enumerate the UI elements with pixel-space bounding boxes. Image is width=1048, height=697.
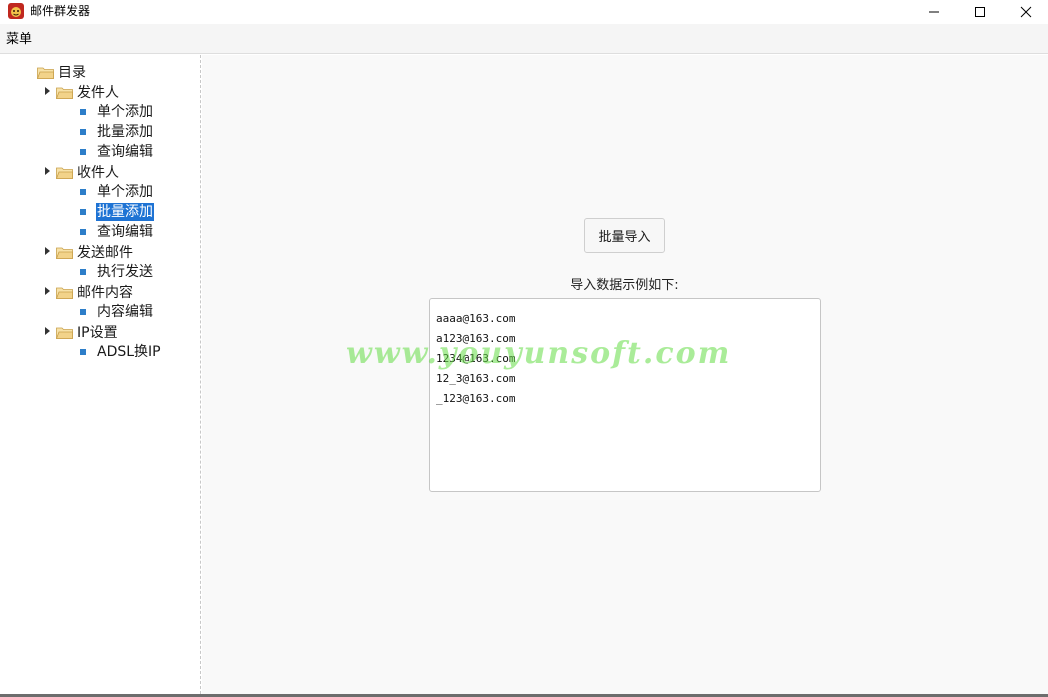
main-panel: 批量导入 导入数据示例如下: aaaa@163.com a123@163.com… (202, 55, 1048, 694)
tree-item-label: ADSL换IP (97, 344, 161, 360)
tree-item-content-edit[interactable]: 内容编辑 (80, 302, 154, 322)
example-line: aaaa@163.com (436, 312, 516, 325)
tree-item-recipient-single-add[interactable]: 单个添加 (80, 182, 154, 202)
navigation-tree: 目录 发件人 单个添加 批量添加 查询编辑 收件人 单个添加 批量添加 查询编辑… (0, 55, 201, 694)
example-data-box[interactable]: aaaa@163.com a123@163.com 1234@163.com 1… (429, 298, 821, 492)
maximize-icon (975, 7, 985, 17)
tree-group-label: 发送邮件 (77, 245, 133, 261)
tree-item-recipient-query-edit[interactable]: 查询编辑 (80, 222, 154, 242)
bullet-icon (80, 309, 86, 315)
bullet-icon (80, 209, 86, 215)
folder-icon (56, 87, 73, 99)
bullet-icon (80, 229, 86, 235)
tree-item-sender-batch-add[interactable]: 批量添加 (80, 122, 154, 142)
example-line: 12_3@163.com (436, 372, 516, 385)
example-line: a123@163.com (436, 332, 516, 345)
tree-item-label: 批量添加 (97, 124, 153, 140)
tree-root-label: 目录 (58, 65, 86, 81)
tree-group-label: IP设置 (77, 325, 118, 341)
menu-button[interactable]: 菜单 (6, 32, 32, 48)
tree-group-label: 收件人 (77, 165, 119, 181)
tree-group-send-mail[interactable]: 发送邮件 (56, 242, 133, 262)
folder-open-icon (37, 67, 54, 79)
app-logo-icon (8, 3, 24, 19)
bullet-icon (80, 149, 86, 155)
tree-group-recipient[interactable]: 收件人 (56, 162, 119, 182)
tree-item-label: 单个添加 (97, 184, 153, 200)
bullet-icon (80, 269, 86, 275)
title-bar: 邮件群发器 (0, 0, 1048, 24)
bullet-icon (80, 129, 86, 135)
close-button[interactable] (1003, 0, 1048, 24)
window-title: 邮件群发器 (30, 4, 91, 18)
folder-icon (56, 327, 73, 339)
tree-item-sender-single-add[interactable]: 单个添加 (80, 102, 154, 122)
folder-icon (56, 167, 73, 179)
tree-item-label: 内容编辑 (97, 304, 153, 320)
expand-arrow-icon[interactable] (45, 327, 50, 335)
batch-import-button[interactable]: 批量导入 (584, 218, 665, 253)
example-line: 1234@163.com (436, 352, 516, 365)
example-label: 导入数据示例如下: (570, 278, 679, 293)
bullet-icon (80, 349, 86, 355)
tree-item-sender-query-edit[interactable]: 查询编辑 (80, 142, 154, 162)
tree-item-adsl-change-ip[interactable]: ADSL换IP (80, 342, 162, 362)
close-icon (1020, 6, 1032, 18)
bullet-icon (80, 189, 86, 195)
minimize-icon (929, 11, 939, 13)
tree-group-ip-settings[interactable]: IP设置 (56, 322, 118, 342)
tree-item-label-selected: 批量添加 (96, 203, 154, 221)
bullet-icon (80, 109, 86, 115)
minimize-button[interactable] (911, 0, 957, 24)
tree-item-label: 执行发送 (97, 264, 153, 280)
tree-group-sender[interactable]: 发件人 (56, 82, 119, 102)
tree-item-label: 查询编辑 (97, 144, 153, 160)
tree-group-label: 发件人 (77, 85, 119, 101)
expand-arrow-icon[interactable] (45, 287, 50, 295)
folder-icon (56, 287, 73, 299)
tree-group-mail-content[interactable]: 邮件内容 (56, 282, 133, 302)
tree-item-execute-send[interactable]: 执行发送 (80, 262, 154, 282)
tree-item-recipient-batch-add[interactable]: 批量添加 (80, 202, 154, 222)
tree-item-label: 查询编辑 (97, 224, 153, 240)
menu-bar: 菜单 (0, 24, 1048, 54)
tree-root[interactable]: 目录 (37, 62, 86, 82)
example-line: _123@163.com (436, 392, 516, 405)
maximize-button[interactable] (957, 0, 1003, 24)
folder-icon (56, 247, 73, 259)
expand-arrow-icon[interactable] (45, 247, 50, 255)
tree-group-label: 邮件内容 (77, 285, 133, 301)
tree-item-label: 单个添加 (97, 104, 153, 120)
expand-arrow-icon[interactable] (45, 167, 50, 175)
expand-arrow-icon[interactable] (45, 87, 50, 95)
